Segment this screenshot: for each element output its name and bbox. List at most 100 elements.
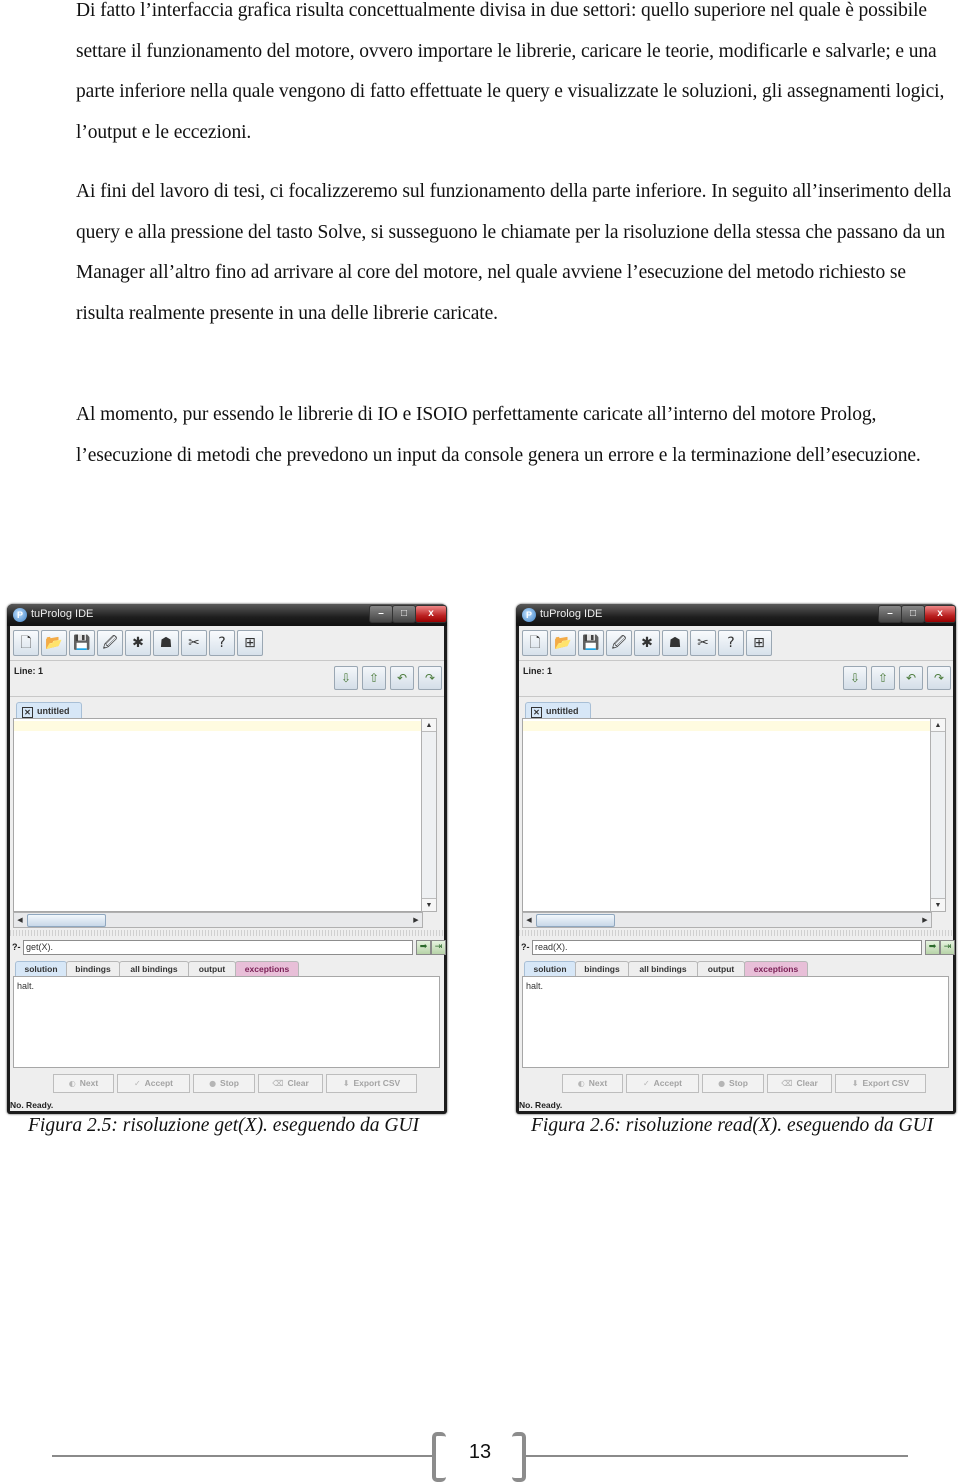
vertical-scrollbar[interactable]: ▲ ▼: [930, 718, 946, 912]
stop-button[interactable]: ● Stop: [193, 1074, 255, 1093]
main-toolbar: 🗋 📂 💾 🖉 ✱ ☗ ✂? ⊞: [519, 626, 953, 661]
horizontal-scrollbar[interactable]: ◀ ▶: [13, 912, 423, 928]
undo-icon[interactable]: ↶: [390, 666, 414, 690]
accept-button[interactable]: ✓ Accept: [117, 1074, 190, 1093]
redo-icon[interactable]: ↷: [927, 666, 951, 690]
open-folder-icon[interactable]: 📂: [550, 630, 576, 656]
horizontal-scroll-thumb[interactable]: [536, 914, 615, 927]
clear-button[interactable]: ⌫ Clear: [258, 1074, 323, 1093]
query-input[interactable]: read(X).: [532, 940, 922, 955]
import-down-icon[interactable]: ⇩: [334, 666, 358, 690]
help-icon[interactable]: ?: [718, 630, 744, 656]
maximize-button[interactable]: □: [392, 605, 416, 623]
close-button[interactable]: x: [415, 605, 447, 623]
tuprolog-window-get: PtuProlog IDE – □ x 🗋 📂 💾 🖉 ✱ ☗ ✂? ⊞ Line: 1 ⇩ ⇧ ↶ ↷ ✕ unt…: [7, 604, 447, 1114]
save-as-icon[interactable]: 🖉: [97, 630, 123, 656]
title-bar[interactable]: PtuProlog IDE – □ x: [7, 604, 447, 626]
export-up-icon[interactable]: ⇧: [362, 666, 386, 690]
tools-icon[interactable]: ✂: [181, 630, 207, 656]
scroll-right-icon[interactable]: ▶: [410, 913, 422, 927]
query-input[interactable]: get(X).: [23, 940, 413, 955]
tab-all-bindings[interactable]: all bindings: [119, 961, 189, 976]
theory-editor[interactable]: [522, 718, 932, 912]
new-file-icon[interactable]: 🗋: [522, 630, 548, 656]
button-label: Accept: [653, 1078, 683, 1088]
paragraph-3: Al momento, pur essendo le librerie di I…: [76, 404, 921, 466]
paragraph-2: Ai fini del lavoro di tesi, ci focalizze…: [76, 181, 952, 324]
close-tab-icon[interactable]: ✕: [22, 707, 33, 718]
tab-solution[interactable]: solution: [15, 961, 67, 976]
undo-icon[interactable]: ↶: [899, 666, 923, 690]
save-icon[interactable]: 💾: [578, 630, 604, 656]
query-row: ?- get(X). ➡ ⇥: [10, 939, 446, 957]
debug-bug-icon[interactable]: ☗: [662, 630, 688, 656]
minimize-button[interactable]: –: [369, 605, 393, 623]
import-down-icon[interactable]: ⇩: [843, 666, 867, 690]
scroll-up-icon[interactable]: ▲: [422, 719, 436, 732]
footer-rule-left: [52, 1455, 435, 1457]
redo-icon[interactable]: ↷: [418, 666, 442, 690]
solve-arrow-icon[interactable]: ➡: [416, 940, 431, 955]
clear-button[interactable]: ⌫ Clear: [767, 1074, 832, 1093]
solve-all-icon[interactable]: ⇥: [940, 940, 955, 955]
export-csv-button[interactable]: ⬇ Export CSV: [835, 1074, 926, 1093]
save-as-icon[interactable]: 🖉: [606, 630, 632, 656]
next-button[interactable]: ◐ Next: [562, 1074, 623, 1093]
minimize-button[interactable]: –: [878, 605, 902, 623]
button-label: Export CSV: [862, 1078, 910, 1088]
next-button[interactable]: ◐ Next: [53, 1074, 114, 1093]
pane-splitter[interactable]: [10, 930, 444, 936]
line-number-label: Line: 1: [523, 666, 553, 676]
tools-icon[interactable]: ✂: [690, 630, 716, 656]
library-puzzle-icon[interactable]: ✱: [634, 630, 660, 656]
scroll-down-icon[interactable]: ▼: [931, 898, 945, 911]
close-button[interactable]: x: [924, 605, 956, 623]
horizontal-scroll-thumb[interactable]: [27, 914, 106, 927]
tab-all-bindings[interactable]: all bindings: [628, 961, 698, 976]
title-bar[interactable]: PtuProlog IDE – □ x: [516, 604, 956, 626]
figure-caption-2-6: Figura 2.6: risoluzione read(X). eseguen…: [531, 1115, 934, 1136]
editor-tab-label: untitled: [37, 706, 70, 716]
editor-tab-untitled[interactable]: ✕ untitled: [525, 702, 591, 719]
tab-solution[interactable]: solution: [524, 961, 576, 976]
horizontal-scrollbar[interactable]: ◀ ▶: [522, 912, 932, 928]
new-file-icon[interactable]: 🗋: [13, 630, 39, 656]
scroll-down-icon[interactable]: ▼: [422, 898, 436, 911]
solve-arrow-icon[interactable]: ➡: [925, 940, 940, 955]
paragraph-1: Di fatto l’interfaccia grafica risulta c…: [76, 0, 945, 143]
editor-tab-untitled[interactable]: ✕ untitled: [16, 702, 82, 719]
scroll-left-icon[interactable]: ◀: [523, 913, 535, 927]
library-puzzle-icon[interactable]: ✱: [125, 630, 151, 656]
export-up-icon[interactable]: ⇧: [871, 666, 895, 690]
stop-icon: ●: [209, 1079, 217, 1088]
open-folder-icon[interactable]: 📂: [41, 630, 67, 656]
scroll-right-icon[interactable]: ▶: [919, 913, 931, 927]
tab-exceptions[interactable]: exceptions: [744, 961, 808, 976]
vertical-scrollbar[interactable]: ▲ ▼: [421, 718, 437, 912]
network-icon[interactable]: ⊞: [237, 630, 263, 656]
window-client: 🗋 📂 💾 🖉 ✱ ☗ ✂? ⊞ Line: 1 ⇩ ⇧ ↶ ↷ ✕ untitled ▲ ▼ ◀ ▶ ?- get(X…: [10, 626, 446, 1111]
close-tab-icon[interactable]: ✕: [531, 707, 542, 718]
scroll-up-icon[interactable]: ▲: [931, 719, 945, 732]
button-label: Clear: [796, 1078, 818, 1088]
scroll-left-icon[interactable]: ◀: [14, 913, 26, 927]
tab-exceptions[interactable]: exceptions: [235, 961, 299, 976]
tab-bindings[interactable]: bindings: [575, 961, 629, 976]
export-csv-button[interactable]: ⬇ Export CSV: [326, 1074, 417, 1093]
pane-splitter[interactable]: [519, 930, 953, 936]
result-area: halt.: [13, 976, 440, 1068]
save-icon[interactable]: 💾: [69, 630, 95, 656]
maximize-button[interactable]: □: [901, 605, 925, 623]
stop-button[interactable]: ● Stop: [702, 1074, 764, 1093]
tab-output[interactable]: output: [697, 961, 745, 976]
debug-bug-icon[interactable]: ☗: [153, 630, 179, 656]
accept-button[interactable]: ✓ Accept: [626, 1074, 699, 1093]
tab-bindings[interactable]: bindings: [66, 961, 120, 976]
solve-all-icon[interactable]: ⇥: [431, 940, 446, 955]
help-icon[interactable]: ?: [209, 630, 235, 656]
current-line-highlight: [14, 721, 422, 731]
tuprolog-app-icon: P: [13, 608, 27, 622]
theory-editor[interactable]: [13, 718, 423, 912]
network-icon[interactable]: ⊞: [746, 630, 772, 656]
tab-output[interactable]: output: [188, 961, 236, 976]
